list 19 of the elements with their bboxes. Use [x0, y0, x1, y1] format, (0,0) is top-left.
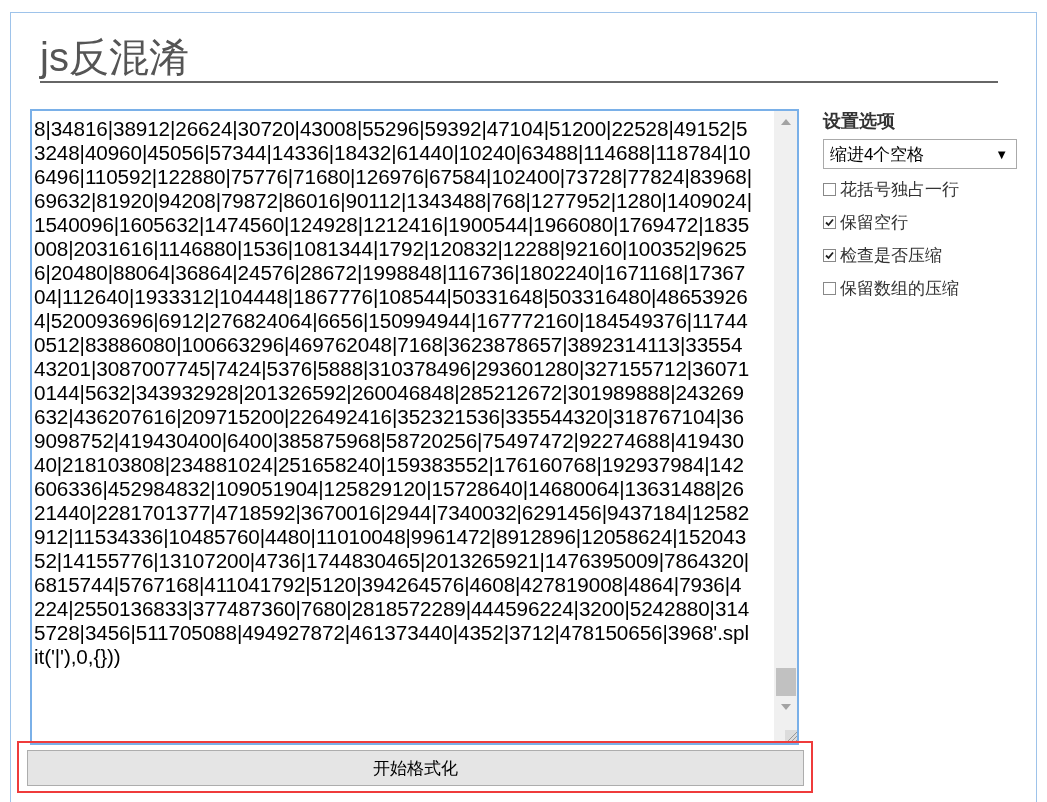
- scroll-thumb[interactable]: [775, 668, 796, 696]
- page-title: js反混淆: [40, 33, 998, 83]
- option-label[interactable]: 保留空行: [840, 211, 908, 234]
- scroll-down-icon[interactable]: [780, 704, 791, 710]
- settings-heading: 设置选项: [823, 110, 896, 133]
- option-label[interactable]: 花括号独占一行: [840, 178, 959, 201]
- code-text: 8|34816|38912|26624|30720|43008|55296|59392|47104|51200|22528|49152|5 3248|40960|45056|57344|14336|18432|61440|10240|63488|114688|118784|10 6496|110592|122880|75776|71680|126976|67584|102400|73728|77824|83968| 69632|81920|94208|79872|86016|90112|1343488|768|1277952|1280|1409024| 1540096|1605632|1474560|124928|1212416|1900544|1966080|1769472|1835 008|2031616|1146880|1536|1081344|1792|120832|12288|92160|100352|9625 6|20480|88064|36864|24576|28672|1998848|116736|1802240|1671168|17367 04|112640|1933312|104448|1867776|108544|50331648|503316480|48653926 4|520093696|6912|276824064|6656|150994944|167772160|184549376|11744 0512|83886080|100663296|469762048|7168|3623878657|3892314113|33554 43201|3087007745|7424|5376|5888|310378496|293601280|327155712|36071 0144|5632|343932928|201326592|260046848|285212672|301989888|243269 632|436207616|209715200|226492416|352321536|335544320|318767104|36 9098752|419430400|6400|385875968|58720256|75497472|92274688|419430 40|218103808|234881024|251658240|159383552|176160768|192937984|142 606336|452984832|109051904|125829120|15728640|14680064|13631488|26 21440|2281701377|4718592|3670016|2944|7340032|6291456|9437184|12582 912|11534336|10485760|4480|11010048|9961472|8912896|12058624|152043 52|14155776|13107200|4736|1744830465|2013265921|1476395009|7864320| 6815744|5767168|411041792|5120|394264576|4608|427819008|4864|7936|4 224|2550136833|377487360|7680|2818572289|444596224|3200|5242880|314 5728|3456|511705088|494927872|461373440|4352|3712|478150656|3968'.spl it('|'),0,{})): [33, 116, 753, 670]
- format-button[interactable]: 开始格式化: [27, 750, 804, 786]
- checkbox[interactable]: [823, 216, 836, 229]
- option-label[interactable]: 检查是否压缩: [840, 244, 942, 267]
- checkbox[interactable]: [823, 183, 836, 196]
- checkbox[interactable]: [823, 249, 836, 262]
- code-field[interactable]: [30, 109, 799, 745]
- resize-grip-icon[interactable]: [784, 730, 797, 742]
- option-label[interactable]: 保留数组的压缩: [840, 277, 959, 300]
- indent-select[interactable]: 缩进4个空格 ▼: [823, 139, 1017, 169]
- scroll-up-icon[interactable]: [780, 119, 791, 125]
- checkbox[interactable]: [823, 282, 836, 295]
- scrollbar[interactable]: [774, 111, 797, 743]
